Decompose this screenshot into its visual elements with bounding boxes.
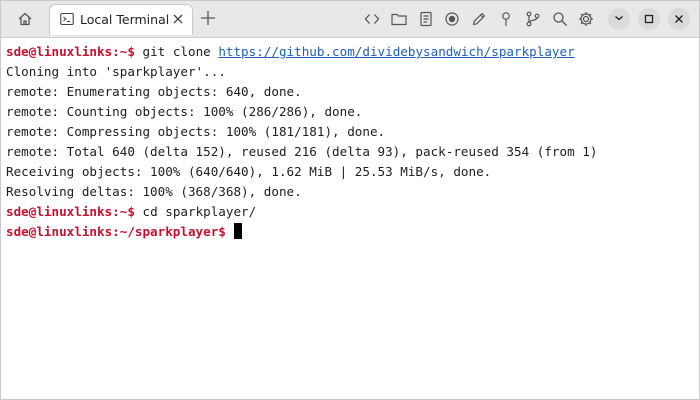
tab-local-terminal[interactable]: Local Terminal (49, 4, 193, 35)
title-bar: Local Terminal (1, 1, 699, 38)
branch-button[interactable] (524, 10, 542, 28)
terminal-line: sde@linuxlinks:~$ git clone https://gith… (6, 42, 699, 62)
close-window-icon (674, 14, 684, 24)
command-text: cd sparkplayer/ (134, 204, 257, 219)
pin-button[interactable] (497, 10, 515, 28)
terminal-icon (60, 12, 74, 26)
repo-link[interactable]: https://github.com/dividebysandwich/spar… (218, 44, 574, 59)
shell-prompt: sde@linuxlinks:~/sparkplayer$ (6, 224, 226, 239)
maximize-button[interactable] (638, 8, 660, 30)
terminal-line: Resolving deltas: 100% (368/368), done. (6, 184, 302, 199)
terminal-window: Local Terminal sde@linuxlinks:~$ git clo… (0, 0, 700, 400)
terminal-line: remote: Enumerating objects: 640, done. (6, 84, 302, 99)
pencil-icon (470, 10, 488, 28)
document-icon (417, 10, 435, 28)
home-icon (17, 11, 33, 27)
plus-icon (199, 9, 217, 27)
record-button[interactable] (443, 10, 461, 28)
folder-button[interactable] (390, 10, 408, 28)
toolbar (363, 9, 604, 29)
document-button[interactable] (417, 10, 435, 28)
search-button[interactable] (551, 10, 569, 28)
command-text: git clone (134, 44, 219, 59)
shell-prompt: sde@linuxlinks:~$ (6, 204, 135, 219)
minimize-icon (614, 14, 624, 24)
home-button[interactable] (9, 5, 41, 33)
code-icon (363, 10, 381, 28)
command-text (226, 224, 234, 239)
record-icon (443, 10, 461, 28)
code-button[interactable] (363, 10, 381, 28)
terminal-output[interactable]: sde@linuxlinks:~$ git clone https://gith… (1, 38, 699, 399)
terminal-line: sde@linuxlinks:~$ cd sparkplayer/ (6, 202, 699, 222)
new-tab-button[interactable] (199, 9, 217, 27)
tab-label: Local Terminal (80, 12, 170, 27)
branch-icon (524, 10, 542, 28)
close-icon[interactable] (172, 13, 184, 25)
settings-button[interactable] (577, 10, 595, 28)
search-icon (551, 10, 569, 28)
maximize-icon (644, 14, 654, 24)
terminal-line: Cloning into 'sparkplayer'... (6, 64, 226, 79)
shell-prompt: sde@linuxlinks:~$ (6, 44, 135, 59)
terminal-line: sde@linuxlinks:~/sparkplayer$ (6, 222, 699, 242)
close-window-button[interactable] (668, 8, 690, 30)
gear-icon (577, 10, 595, 28)
terminal-line: remote: Compressing objects: 100% (181/1… (6, 124, 386, 139)
edit-button[interactable] (470, 10, 488, 28)
text-cursor (234, 223, 243, 239)
pin-icon (497, 10, 515, 28)
folder-icon (390, 10, 408, 28)
terminal-line: Receiving objects: 100% (640/640), 1.62 … (6, 164, 492, 179)
minimize-button[interactable] (608, 8, 630, 30)
terminal-line: remote: Counting objects: 100% (286/286)… (6, 104, 363, 119)
terminal-line: remote: Total 640 (delta 152), reused 21… (6, 144, 598, 159)
